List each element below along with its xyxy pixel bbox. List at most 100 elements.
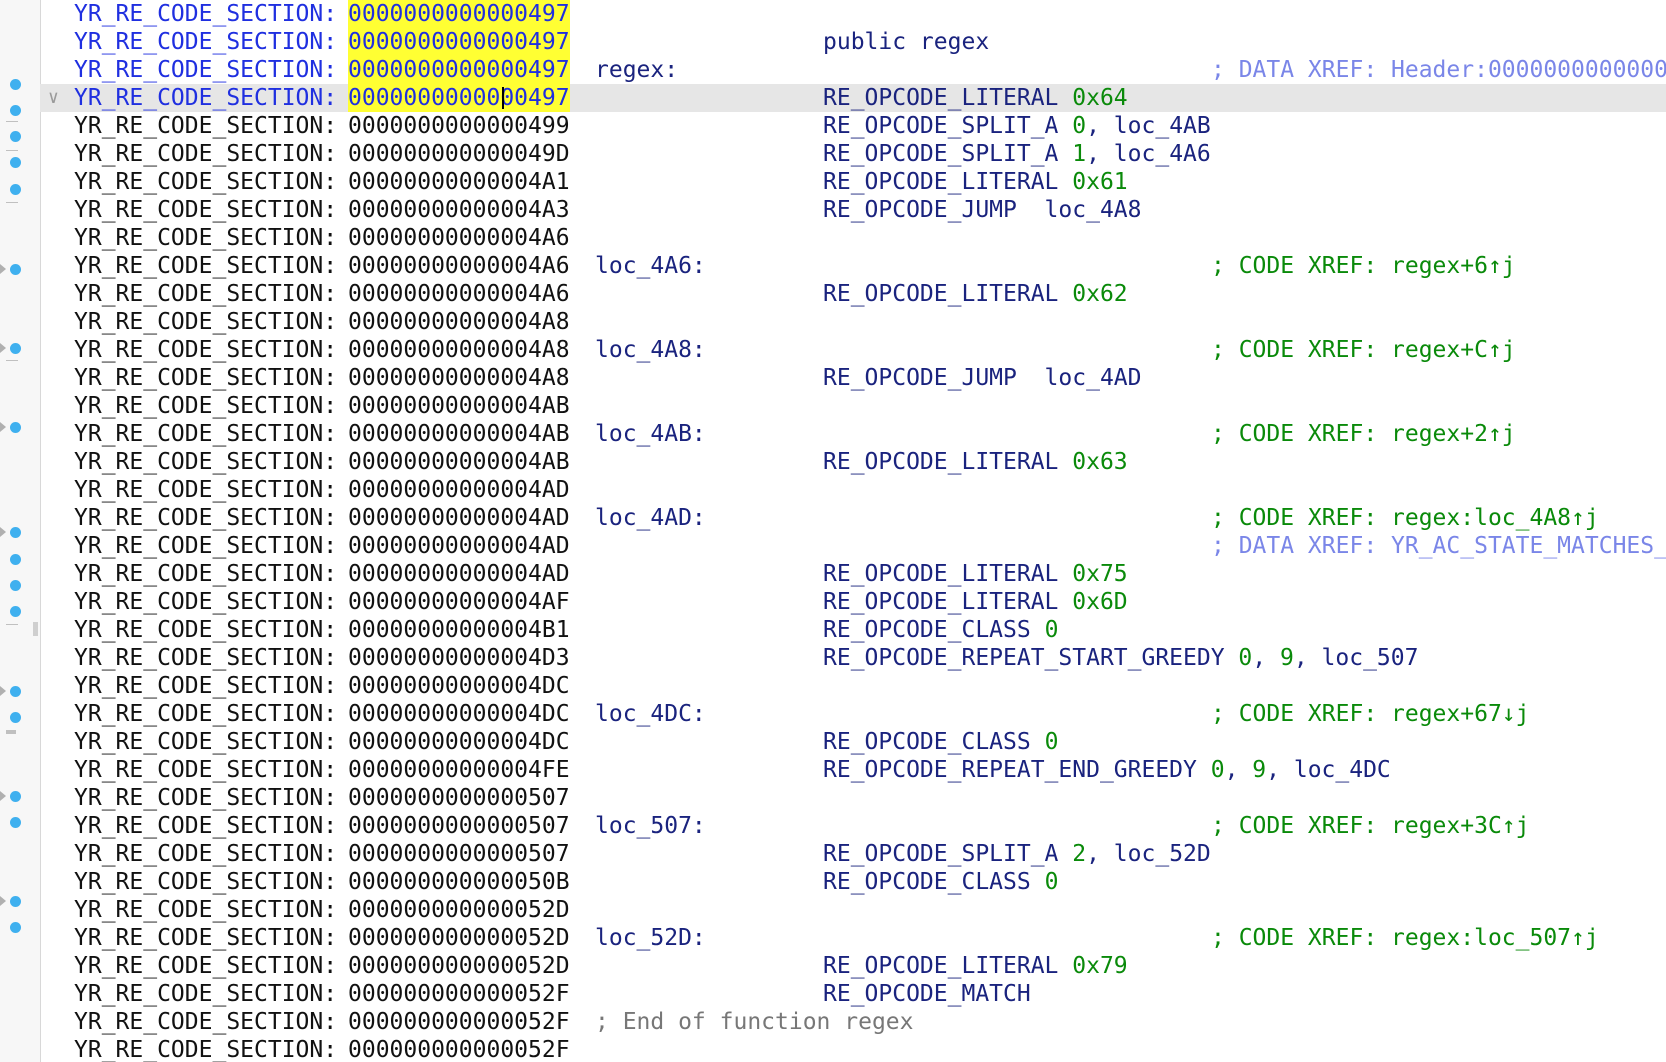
instruction[interactable]: RE_OPCODE_LITERAL 0x61 xyxy=(823,168,1128,196)
code-xref-comment[interactable]: ; CODE XREF: regex+6↑j xyxy=(1211,252,1516,280)
listing-row[interactable]: YR_RE_CODE_SECTION: 00000000000004A1 RE_OP… xyxy=(40,168,1666,196)
address[interactable]: 00000000000004AF xyxy=(348,588,570,616)
instruction[interactable]: RE_OPCODE_MATCH xyxy=(823,980,1031,1008)
instruction[interactable]: RE_OPCODE_LITERAL 0x75 xyxy=(823,560,1128,588)
address[interactable]: 000000000000052D xyxy=(348,896,570,924)
gutter[interactable] xyxy=(0,0,41,1062)
instruction[interactable]: RE_OPCODE_CLASS 0 xyxy=(823,868,1058,896)
listing-row[interactable]: YR_RE_CODE_SECTION: 00000000000004AB loc_4… xyxy=(40,420,1666,448)
address[interactable]: 00000000000004AD xyxy=(348,560,570,588)
code-label[interactable]: regex: xyxy=(595,56,678,84)
listing-row[interactable]: YR_RE_CODE_SECTION: 00000000000004A8 loc_4… xyxy=(40,336,1666,364)
address[interactable]: 00000000000004A6 xyxy=(348,224,570,252)
breakpoint-dot-icon[interactable] xyxy=(10,896,21,907)
listing-row[interactable]: YR_RE_CODE_SECTION: 0000000000000497 regex… xyxy=(40,56,1666,84)
breakpoint-dot-icon[interactable] xyxy=(10,580,21,591)
listing-row[interactable]: YR_RE_CODE_SECTION: 000000000000050B RE_OP… xyxy=(40,868,1666,896)
code-label[interactable]: loc_507: xyxy=(595,812,706,840)
listing-row[interactable]: YR_RE_CODE_SECTION: 00000000000004B1 RE_OP… xyxy=(40,616,1666,644)
address[interactable]: 000000000000052F xyxy=(348,980,570,1008)
listing-row[interactable]: YR_RE_CODE_SECTION: 00000000000004D3 RE_OP… xyxy=(40,644,1666,672)
listing-row[interactable]: YR_RE_CODE_SECTION: 00000000000004A8 xyxy=(40,308,1666,336)
address[interactable]: 00000000000004AD xyxy=(348,532,570,560)
address[interactable]: 00000000000004A8 xyxy=(348,364,570,392)
listing-row[interactable]: YR_RE_CODE_SECTION: 000000000000052D RE_OP… xyxy=(40,952,1666,980)
listing-row[interactable]: YR_RE_CODE_SECTION: 000000000000052D xyxy=(40,896,1666,924)
breakpoint-dot-icon[interactable] xyxy=(10,264,21,275)
address[interactable]: 0000000000000497 xyxy=(348,0,570,28)
code-label[interactable]: loc_4AD: xyxy=(595,504,706,532)
listing-row[interactable]: YR_RE_CODE_SECTION: 000000000000052F xyxy=(40,1036,1666,1062)
code-label[interactable]: loc_4DC: xyxy=(595,700,706,728)
instruction[interactable]: RE_OPCODE_JUMP loc_4AD xyxy=(823,364,1142,392)
listing-row[interactable]: YR_RE_CODE_SECTION: 0000000000000507 xyxy=(40,784,1666,812)
address[interactable]: 0000000000000499 xyxy=(348,112,570,140)
address[interactable]: 00000000000004AD xyxy=(348,504,570,532)
address[interactable]: 00000000000004A1 xyxy=(348,168,570,196)
code-xref-comment[interactable]: ; CODE XREF: regex+3C↑j xyxy=(1211,812,1530,840)
breakpoint-dot-icon[interactable] xyxy=(10,105,21,116)
listing-row[interactable]: YR_RE_CODE_SECTION: 0000000000000507 loc_5… xyxy=(40,812,1666,840)
address[interactable]: 0000000000000507 xyxy=(348,812,570,840)
code-label[interactable]: loc_4A6: xyxy=(595,252,706,280)
address[interactable]: 00000000000004AB xyxy=(348,420,570,448)
breakpoint-dot-icon[interactable] xyxy=(10,554,21,565)
address[interactable]: 00000000000004AB xyxy=(348,392,570,420)
instruction[interactable]: RE_OPCODE_LITERAL 0x62 xyxy=(823,280,1128,308)
splitter-handle[interactable] xyxy=(33,622,38,636)
address[interactable]: 00000000000004DC xyxy=(348,672,570,700)
breakpoint-dot-icon[interactable] xyxy=(10,184,21,195)
instruction[interactable]: RE_OPCODE_REPEAT_START_GREEDY 0, 9, loc_… xyxy=(823,644,1418,672)
address[interactable]: 00000000000004A3 xyxy=(348,196,570,224)
instruction[interactable]: RE_OPCODE_LITERAL 0x6D xyxy=(823,588,1128,616)
breakpoint-dot-icon[interactable] xyxy=(10,131,21,142)
address[interactable]: 00000000000004FE xyxy=(348,756,570,784)
instruction[interactable]: RE_OPCODE_SPLIT_A 2, loc_52D xyxy=(823,840,1211,868)
code-xref-comment[interactable]: ; CODE XREF: regex+C↑j xyxy=(1211,336,1516,364)
instruction[interactable]: RE_OPCODE_CLASS 0 xyxy=(823,616,1058,644)
code-label[interactable]: loc_52D: xyxy=(595,924,706,952)
data-xref-comment[interactable]: ; DATA XREF: Header:000000000000005 xyxy=(1211,56,1666,84)
listing[interactable]: YR_RE_CODE_SECTION: 0000000000000497 YR_RE… xyxy=(40,0,1666,1062)
address[interactable]: 00000000000004A6 xyxy=(348,280,570,308)
address[interactable]: 0000000000000507 xyxy=(348,840,570,868)
listing-row[interactable]: YR_RE_CODE_SECTION: 000000000000049D RE_OP… xyxy=(40,140,1666,168)
listing-row[interactable]: YR_RE_CODE_SECTION: 0000000000000507 RE_OP… xyxy=(40,840,1666,868)
instruction[interactable]: RE_OPCODE_LITERAL 0x79 xyxy=(823,952,1128,980)
address[interactable]: 000000000000052F xyxy=(348,1008,570,1036)
breakpoint-dot-icon[interactable] xyxy=(10,712,21,723)
address[interactable]: 000000000000052F xyxy=(348,1036,570,1062)
data-xref-comment[interactable]: ; DATA XREF: YR_AC_STATE_MATCHES_PO xyxy=(1211,532,1666,560)
breakpoint-dot-icon[interactable] xyxy=(10,686,21,697)
address[interactable]: 000000000000052D xyxy=(348,924,570,952)
listing-row[interactable]: YR_RE_CODE_SECTION: 00000000000004A8 RE_OP… xyxy=(40,364,1666,392)
listing-row[interactable]: YR_RE_CODE_SECTION: 000000000000052F RE_OP… xyxy=(40,980,1666,1008)
listing-row[interactable]: YR_RE_CODE_SECTION: 000000000000052F ; End… xyxy=(40,1008,1666,1036)
collapse-chevron-icon[interactable]: ∨ xyxy=(48,84,59,112)
address[interactable]: 00000000000004A8 xyxy=(348,336,570,364)
listing-row[interactable]: YR_RE_CODE_SECTION: 0000000000000497 publi… xyxy=(40,28,1666,56)
breakpoint-dot-icon[interactable] xyxy=(10,791,21,802)
listing-row[interactable]: ∨ YR_RE_CODE_SECTION: 0000000000000497 RE_O… xyxy=(40,84,1666,112)
listing-row[interactable]: YR_RE_CODE_SECTION: 0000000000000499 RE_OP… xyxy=(40,112,1666,140)
listing-row[interactable]: YR_RE_CODE_SECTION: 00000000000004A6 RE_OP… xyxy=(40,280,1666,308)
listing-row[interactable]: YR_RE_CODE_SECTION: 00000000000004DC RE_OP… xyxy=(40,728,1666,756)
code-xref-comment[interactable]: ; CODE XREF: regex:loc_507↑j xyxy=(1211,924,1599,952)
address[interactable]: 0000000000000497 xyxy=(348,84,570,112)
breakpoint-dot-icon[interactable] xyxy=(10,606,21,617)
instruction[interactable]: RE_OPCODE_LITERAL 0x64 xyxy=(823,84,1128,112)
listing-row[interactable]: YR_RE_CODE_SECTION: 00000000000004DC xyxy=(40,672,1666,700)
address[interactable]: 00000000000004A6 xyxy=(348,252,570,280)
code-xref-comment[interactable]: ; CODE XREF: regex+67↓j xyxy=(1211,700,1530,728)
listing-row[interactable]: YR_RE_CODE_SECTION: 00000000000004AD RE_OP… xyxy=(40,560,1666,588)
code-label[interactable]: loc_4AB: xyxy=(595,420,706,448)
address[interactable]: 000000000000052D xyxy=(348,952,570,980)
breakpoint-dot-icon[interactable] xyxy=(10,79,21,90)
instruction[interactable]: RE_OPCODE_REPEAT_END_GREEDY 0, 9, loc_4D… xyxy=(823,756,1391,784)
listing-row[interactable]: YR_RE_CODE_SECTION: 00000000000004AF RE_OP… xyxy=(40,588,1666,616)
listing-row[interactable]: YR_RE_CODE_SECTION: 00000000000004AB xyxy=(40,392,1666,420)
breakpoint-dot-icon[interactable] xyxy=(10,422,21,433)
disassembly-view[interactable]: YR_RE_CODE_SECTION: 0000000000000497 YR_RE… xyxy=(0,0,1666,1062)
instruction[interactable]: RE_OPCODE_JUMP loc_4A8 xyxy=(823,196,1142,224)
breakpoint-dot-icon[interactable] xyxy=(10,817,21,828)
